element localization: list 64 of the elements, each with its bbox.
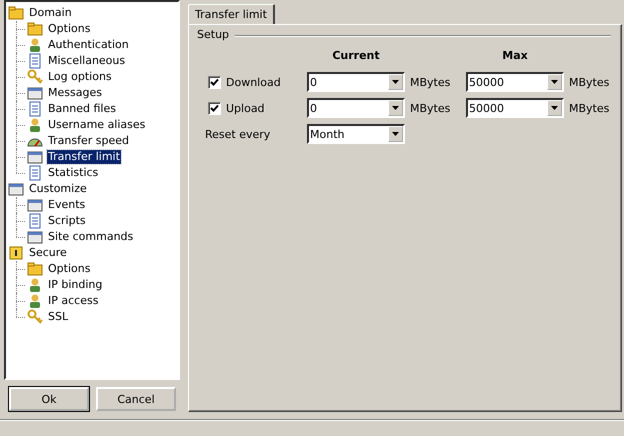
folder-icon [27, 21, 43, 37]
dropdown[interactable]: Month [307, 124, 405, 144]
dropdown[interactable]: 0 [307, 72, 405, 92]
document-icon [27, 101, 43, 117]
tree-item[interactable]: Log options [47, 70, 113, 84]
tree-item[interactable]: Options [47, 22, 92, 36]
tree-item[interactable]: Options [47, 262, 92, 276]
dropdown[interactable]: 50000 [466, 98, 564, 118]
document-icon [27, 213, 43, 229]
window-icon [27, 85, 43, 101]
tree-item[interactable]: Events [47, 198, 86, 212]
key-icon [27, 309, 43, 325]
user-icon [27, 293, 43, 309]
user-icon [27, 277, 43, 293]
document-icon [27, 165, 43, 181]
caret-icon [392, 106, 399, 110]
tree-item[interactable]: Statistics [47, 166, 100, 180]
caret-icon [551, 80, 558, 84]
unit-label: MBytes [409, 102, 452, 114]
window-icon [27, 229, 43, 245]
dropdown[interactable]: 0 [307, 98, 405, 118]
folder-icon [27, 261, 43, 277]
tree-item[interactable]: Banned files [47, 102, 117, 116]
column-header: Current [331, 49, 381, 64]
column-header: Max [501, 49, 529, 64]
tree-item[interactable]: Customize [28, 182, 88, 196]
ok-button[interactable]: Ok [9, 387, 89, 411]
tree-item[interactable]: SSL [47, 310, 70, 324]
unit-label: MBytes [568, 102, 610, 114]
unit-label: MBytes [568, 76, 610, 88]
tree-item[interactable]: Transfer speed [47, 134, 130, 148]
tree-item[interactable]: Scripts [47, 214, 87, 228]
key-icon [27, 69, 43, 85]
caret-icon [392, 132, 399, 136]
tree-item[interactable]: Site commands [47, 230, 134, 244]
window-icon [27, 149, 43, 165]
dropdown[interactable]: 50000 [466, 72, 564, 92]
caret-icon [551, 106, 558, 110]
lock-icon [8, 245, 24, 261]
group-title: Setup [197, 28, 236, 41]
user-icon [27, 117, 43, 133]
document-icon [27, 53, 43, 69]
checkbox[interactable] [208, 102, 221, 114]
tree-item[interactable]: Miscellaneous [47, 54, 126, 68]
checkbox-label[interactable]: Download [226, 76, 281, 88]
tree-item[interactable]: Messages [47, 86, 103, 100]
tree-item[interactable]: Username aliases [47, 118, 146, 132]
checkbox[interactable] [208, 76, 221, 88]
caret-icon [392, 80, 399, 84]
user-icon [27, 37, 43, 53]
field-label: Reset every [205, 128, 270, 140]
unit-label: MBytes [409, 76, 452, 88]
folder-icon [8, 5, 24, 21]
tree-item[interactable]: Secure [28, 246, 68, 260]
tree-item[interactable]: IP access [47, 294, 100, 308]
checkbox-label[interactable]: Upload [226, 102, 265, 114]
window-icon [27, 197, 43, 213]
cancel-button[interactable]: Cancel [96, 387, 176, 411]
tree-item[interactable]: Domain [28, 6, 73, 20]
tree-item[interactable]: Authentication [47, 38, 130, 52]
tree-item[interactable]: IP binding [47, 278, 104, 292]
window-icon [8, 181, 24, 197]
tree-item[interactable]: Transfer limit [47, 150, 121, 164]
tab[interactable]: Transfer limit [188, 4, 275, 24]
